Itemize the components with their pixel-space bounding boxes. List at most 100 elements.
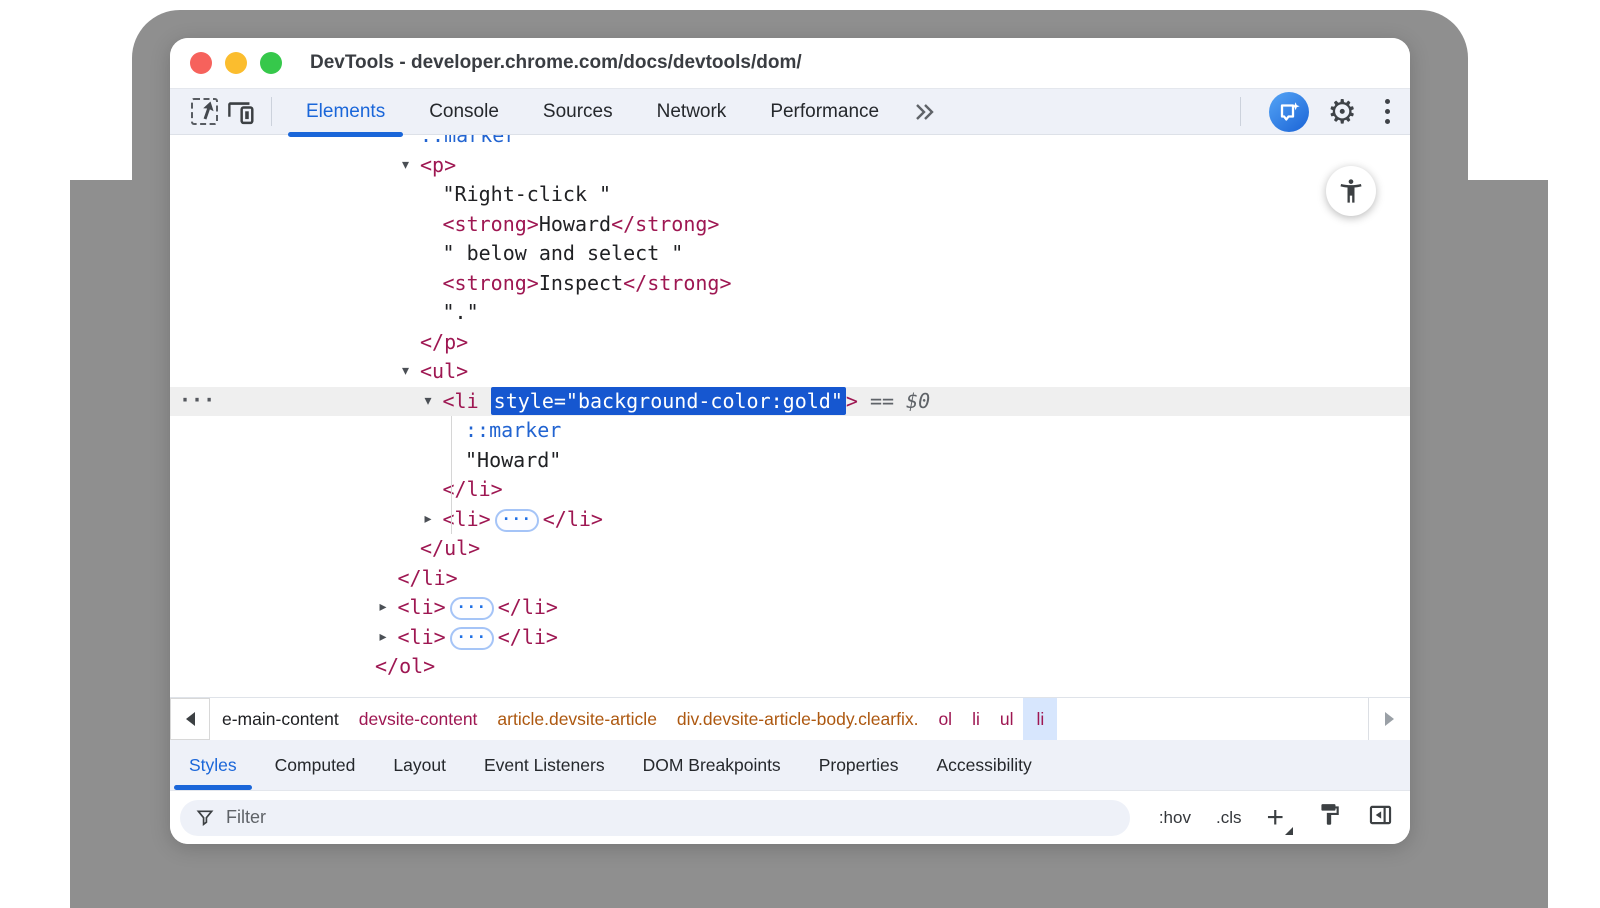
tree-row-selected[interactable]: ··· ▾ <li style="background-color:gold"> =… bbox=[170, 387, 1410, 417]
tree-row-content: <li>···</li> bbox=[398, 595, 558, 619]
filter-funnel-icon bbox=[195, 808, 215, 828]
equals-token: == bbox=[858, 389, 906, 413]
tab-label: Styles bbox=[189, 755, 237, 776]
tree-row[interactable]: <strong>Inspect</strong> bbox=[170, 269, 1410, 299]
tab-sources[interactable]: Sources bbox=[521, 89, 635, 134]
tab-event-listeners[interactable]: Event Listeners bbox=[465, 740, 624, 790]
pseudo-element-token: ::marker bbox=[420, 135, 516, 147]
expand-arrow-right-icon[interactable]: ▸ bbox=[380, 593, 387, 623]
tab-performance[interactable]: Performance bbox=[748, 89, 901, 134]
tree-row-content: ::marker bbox=[465, 418, 561, 442]
tree-row[interactable]: </p> bbox=[170, 328, 1410, 358]
tree-row[interactable]: </li> bbox=[170, 564, 1410, 594]
active-tab-underline bbox=[288, 132, 403, 137]
ai-assistant-button[interactable] bbox=[1269, 92, 1309, 132]
expand-arrow-right-icon[interactable]: ▸ bbox=[380, 623, 387, 653]
collapsed-children-button[interactable]: ··· bbox=[495, 509, 539, 532]
tree-row-content: </ol> bbox=[375, 654, 435, 678]
zoom-button[interactable] bbox=[260, 52, 282, 74]
tree-row[interactable]: ▸ <li>···</li> bbox=[170, 593, 1410, 623]
breadcrumb-item-li[interactable]: li bbox=[1023, 698, 1057, 740]
expand-arrow-down-icon[interactable]: ▾ bbox=[425, 387, 432, 417]
gear-icon: ⚙ bbox=[1327, 92, 1357, 131]
breadcrumb-item-ul[interactable]: ul bbox=[990, 698, 1024, 740]
new-style-rule-button[interactable]: + bbox=[1266, 803, 1291, 833]
breadcrumb-scroll-right-button[interactable] bbox=[1368, 698, 1410, 740]
tree-row-content: "Howard" bbox=[465, 448, 561, 472]
settings-button[interactable]: ⚙ bbox=[1327, 95, 1357, 128]
breadcrumb-item-li[interactable]: li bbox=[962, 698, 990, 740]
inspect-icon bbox=[191, 98, 218, 125]
tab-accessibility[interactable]: Accessibility bbox=[917, 740, 1050, 790]
text-token: "Howard" bbox=[465, 448, 561, 472]
attribute-editing-highlight[interactable]: style="background-color:gold" bbox=[491, 387, 846, 415]
text-token: "." bbox=[443, 300, 479, 324]
tag-token: <strong> bbox=[443, 271, 539, 295]
tree-row[interactable]: </ul> bbox=[170, 534, 1410, 564]
devtools-window: DevTools - developer.chrome.com/docs/dev… bbox=[170, 38, 1410, 844]
tree-row[interactable]: ▾<p> bbox=[170, 151, 1410, 181]
devtools-toolbar: ElementsConsoleSourcesNetworkPerformance… bbox=[170, 88, 1410, 135]
rendering-emulations-button[interactable] bbox=[1316, 802, 1342, 833]
styles-filter-input[interactable]: Filter bbox=[180, 800, 1130, 836]
breadcrumb-item-div-devsite-article-body-clearfix-[interactable]: div.devsite-article-body.clearfix. bbox=[667, 698, 929, 740]
toggle-element-state-button[interactable]: :hov bbox=[1159, 808, 1191, 828]
tag-token: <li bbox=[443, 389, 491, 413]
tree-row-content: <strong>Inspect</strong> bbox=[443, 271, 732, 295]
accessibility-button[interactable] bbox=[1326, 166, 1376, 216]
more-tabs-button[interactable] bbox=[911, 101, 937, 123]
tab-layout[interactable]: Layout bbox=[374, 740, 465, 790]
toggle-sidebar-button[interactable] bbox=[1367, 802, 1394, 833]
tree-row[interactable]: ▸<li>···</li> bbox=[170, 623, 1410, 653]
text-token: "Right-click " bbox=[443, 182, 612, 206]
tree-row[interactable]: ::marker bbox=[170, 135, 1410, 151]
tab-network[interactable]: Network bbox=[635, 89, 749, 134]
tab-elements[interactable]: Elements bbox=[284, 89, 407, 134]
breadcrumb-scroll-left-button[interactable] bbox=[170, 698, 210, 740]
tree-row[interactable]: ::marker bbox=[170, 416, 1410, 446]
toggle-classes-button[interactable]: .cls bbox=[1216, 808, 1242, 828]
dollar-zero-token: $0 bbox=[906, 389, 930, 413]
styles-filter-bar: Filter :hov .cls + bbox=[170, 790, 1410, 844]
tag-token: </li> bbox=[498, 625, 558, 649]
device-toolbar-button[interactable] bbox=[222, 94, 258, 130]
close-button[interactable] bbox=[190, 52, 212, 74]
tree-row[interactable]: ▾<ul> bbox=[170, 357, 1410, 387]
device-toolbar-icon bbox=[225, 99, 255, 125]
tab-console[interactable]: Console bbox=[407, 89, 521, 134]
indent-guide bbox=[451, 416, 452, 534]
breadcrumb-item-article-devsite-article[interactable]: article.devsite-article bbox=[487, 698, 667, 740]
tab-styles[interactable]: Styles bbox=[170, 740, 256, 790]
minimize-button[interactable] bbox=[225, 52, 247, 74]
expand-arrow-down-icon[interactable]: ▾ bbox=[402, 151, 409, 181]
expand-arrow-right-icon[interactable]: ▸ bbox=[425, 505, 432, 535]
expand-arrow-down-icon[interactable]: ▾ bbox=[402, 357, 409, 387]
row-actions-button[interactable]: ··· bbox=[179, 386, 215, 416]
tab-properties[interactable]: Properties bbox=[800, 740, 918, 790]
paint-brush-icon bbox=[1316, 802, 1342, 828]
tree-row[interactable]: " below and select " bbox=[170, 239, 1410, 269]
tree-row[interactable]: </ol> bbox=[170, 652, 1410, 682]
tag-token: </strong> bbox=[623, 271, 731, 295]
collapsed-children-button[interactable]: ··· bbox=[450, 597, 494, 620]
tree-row-content: </ul> bbox=[420, 536, 480, 560]
dom-tree: ::marker▾<p>"Right-click "<strong>Howard… bbox=[170, 135, 1410, 697]
tree-row[interactable]: </li> bbox=[170, 475, 1410, 505]
tree-row[interactable]: "Howard" bbox=[170, 446, 1410, 476]
tree-row-content: <li style="background-color:gold"> == $0 bbox=[443, 387, 931, 415]
tree-row[interactable]: <strong>Howard</strong> bbox=[170, 210, 1410, 240]
collapsed-children-button[interactable]: ··· bbox=[450, 627, 494, 650]
tag-token: </ol> bbox=[375, 654, 435, 678]
tab-computed[interactable]: Computed bbox=[256, 740, 375, 790]
inspect-element-button[interactable] bbox=[186, 94, 222, 130]
breadcrumb-item-e-main-content[interactable]: e-main-content bbox=[212, 698, 349, 740]
tab-dom-breakpoints[interactable]: DOM Breakpoints bbox=[624, 740, 800, 790]
tree-row[interactable]: ▸<li>···</li> bbox=[170, 505, 1410, 535]
tree-row[interactable]: "Right-click " bbox=[170, 180, 1410, 210]
tab-label: DOM Breakpoints bbox=[643, 755, 781, 776]
breadcrumb-item-ol[interactable]: ol bbox=[928, 698, 962, 740]
tree-row[interactable]: "." bbox=[170, 298, 1410, 328]
breadcrumb-item-devsite-content[interactable]: devsite-content bbox=[349, 698, 488, 740]
titlebar: DevTools - developer.chrome.com/docs/dev… bbox=[170, 38, 1410, 88]
more-options-button[interactable] bbox=[1381, 95, 1394, 128]
